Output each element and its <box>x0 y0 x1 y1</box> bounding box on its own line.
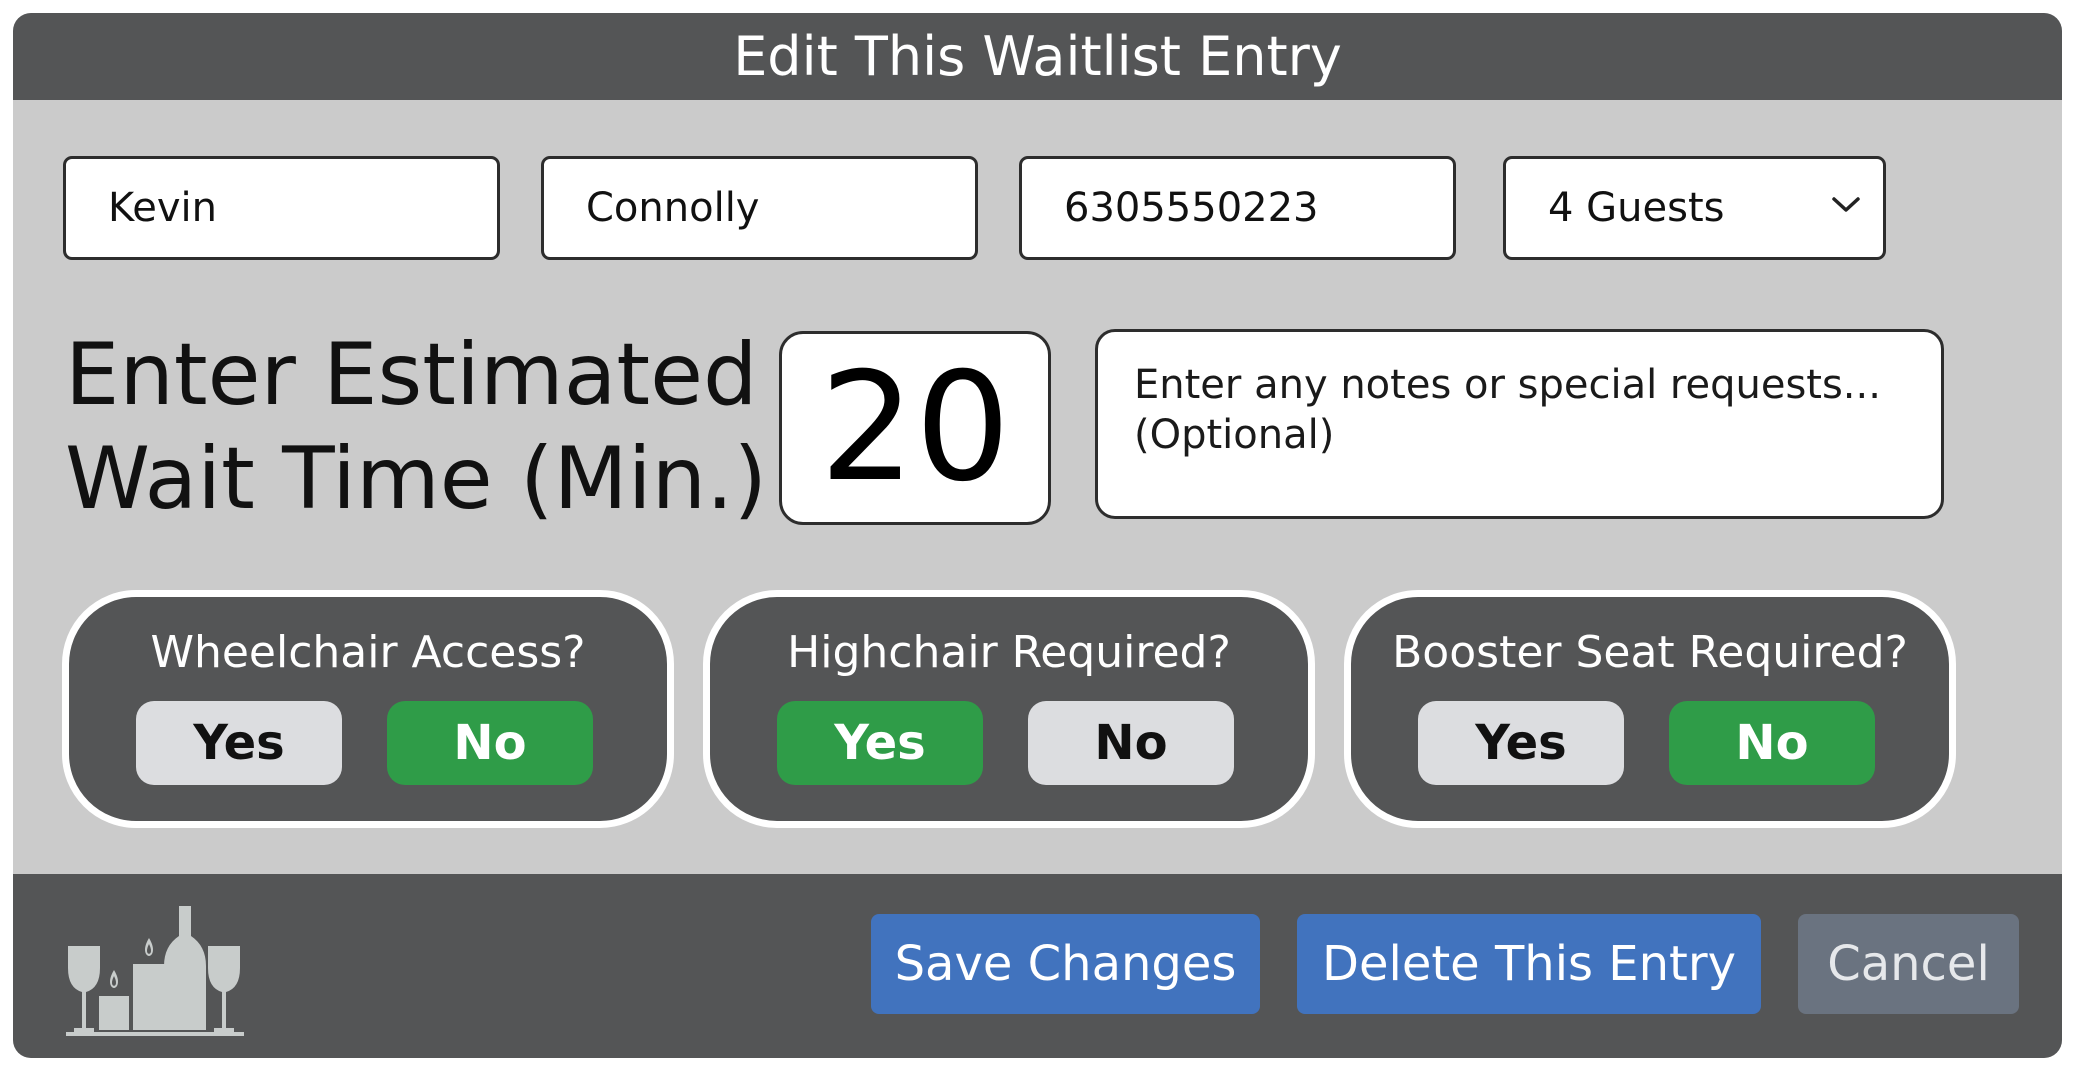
last-name-field[interactable]: Connolly <box>541 156 978 260</box>
first-name-value: Kevin <box>108 185 217 231</box>
wheelchair-option-label: Wheelchair Access? <box>150 627 586 678</box>
booster-seat-yes-button[interactable]: Yes <box>1418 701 1624 785</box>
notes-placeholder-line2: (Optional) <box>1134 412 1335 458</box>
restaurant-candles-bottle-icon <box>66 906 244 1036</box>
wheelchair-yes-button[interactable]: Yes <box>136 701 342 785</box>
notes-placeholder-line1: Enter any notes or special requests... <box>1134 362 1881 408</box>
dialog-title: Edit This Waitlist Entry <box>733 25 1342 88</box>
first-name-field[interactable]: Kevin <box>63 156 500 260</box>
highchair-yes-button[interactable]: Yes <box>777 701 983 785</box>
wheelchair-no-button[interactable]: No <box>387 701 593 785</box>
wait-time-label-line1: Enter Estimated <box>65 325 758 425</box>
chevron-down-icon <box>1832 197 1860 212</box>
booster-seat-option-panel: Booster Seat Required? Yes No <box>1344 590 1956 828</box>
phone-field[interactable]: 6305550223 <box>1019 156 1456 260</box>
edit-waitlist-dialog: Edit This Waitlist Entry Kevin Connolly … <box>13 13 2062 1058</box>
dialog-footer: Save Changes Delete This Entry Cancel <box>13 874 2062 1058</box>
guests-select[interactable]: 4 Guests <box>1503 156 1886 260</box>
delete-entry-button[interactable]: Delete This Entry <box>1297 914 1761 1014</box>
wait-time-value: 20 <box>819 341 1011 515</box>
wait-time-label-line2: Wait Time (Min.) <box>65 429 768 529</box>
notes-textarea[interactable]: Enter any notes or special requests... (… <box>1095 329 1944 519</box>
last-name-value: Connolly <box>586 185 760 231</box>
phone-value: 6305550223 <box>1064 185 1319 231</box>
highchair-option-panel: Highchair Required? Yes No <box>703 590 1315 828</box>
highchair-no-button[interactable]: No <box>1028 701 1234 785</box>
highchair-option-label: Highchair Required? <box>787 627 1231 678</box>
cancel-button[interactable]: Cancel <box>1798 914 2019 1014</box>
wheelchair-option-panel: Wheelchair Access? Yes No <box>62 590 674 828</box>
wait-time-label: Enter Estimated Wait Time (Min.) <box>65 323 767 531</box>
booster-seat-no-button[interactable]: No <box>1669 701 1875 785</box>
wait-time-input[interactable]: 20 <box>779 331 1051 525</box>
booster-seat-option-label: Booster Seat Required? <box>1392 627 1908 678</box>
save-changes-button[interactable]: Save Changes <box>871 914 1260 1014</box>
guests-value: 4 Guests <box>1548 185 1725 231</box>
dialog-header: Edit This Waitlist Entry <box>13 13 2062 100</box>
